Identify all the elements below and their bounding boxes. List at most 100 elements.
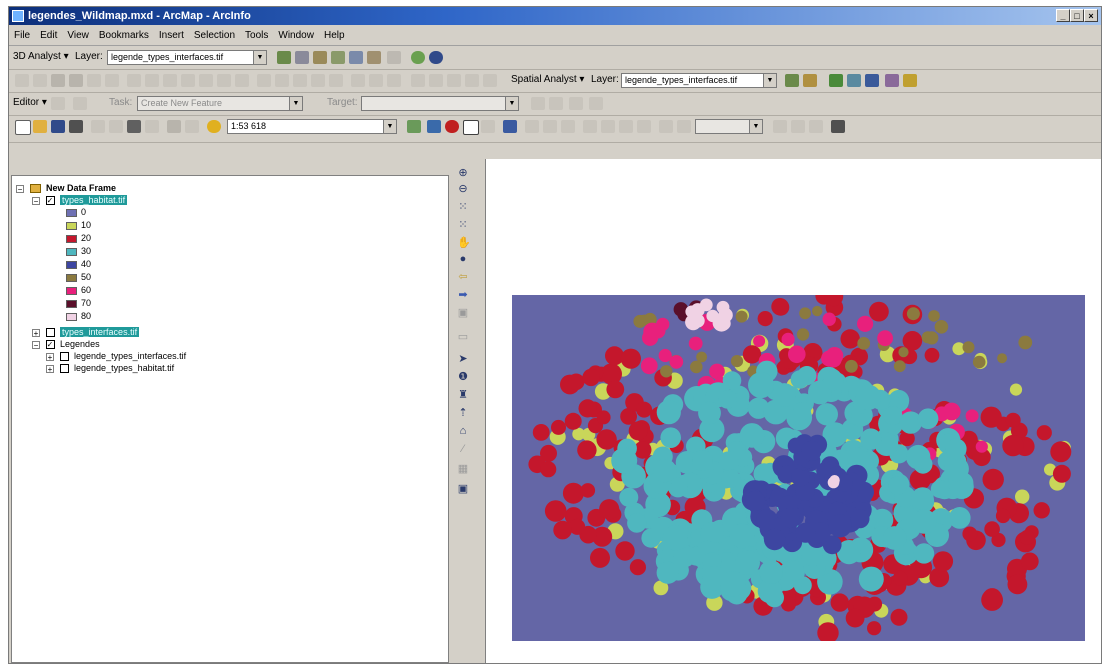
- georef-tool-icon[interactable]: [199, 74, 213, 87]
- menu-tools[interactable]: Tools: [240, 30, 273, 41]
- layer-checkbox[interactable]: [59, 352, 69, 362]
- legend-item[interactable]: 50: [66, 271, 91, 283]
- network-tool-icon[interactable]: [15, 74, 29, 87]
- network-tool-icon[interactable]: [105, 74, 119, 87]
- layout-tool-icon[interactable]: [809, 120, 823, 133]
- layout-tool-icon[interactable]: [619, 120, 633, 133]
- maximize-button[interactable]: □: [1070, 9, 1084, 22]
- sketch-tool-icon[interactable]: [73, 97, 87, 110]
- menu-selection[interactable]: Selection: [189, 30, 240, 41]
- contour-icon[interactable]: [785, 74, 799, 87]
- close-button[interactable]: ×: [1084, 9, 1098, 22]
- create-contours-icon[interactable]: [829, 74, 843, 87]
- toc-data-frame[interactable]: − New Data Frame: [16, 182, 116, 194]
- expand-icon[interactable]: +: [32, 328, 40, 337]
- copy-icon[interactable]: [109, 120, 123, 133]
- topology-tool-icon[interactable]: [369, 74, 383, 87]
- georef-tool-icon[interactable]: [217, 74, 231, 87]
- fixed-zoom-in-icon[interactable]: ⁙: [457, 201, 469, 213]
- collapse-icon[interactable]: −: [32, 340, 40, 349]
- save-icon[interactable]: [51, 120, 65, 133]
- edit-tool-icon[interactable]: [51, 97, 65, 110]
- time-slider-icon[interactable]: ▣: [457, 483, 469, 495]
- layout-tool-icon[interactable]: [601, 120, 615, 133]
- whats-this-icon[interactable]: [503, 120, 517, 133]
- python-icon[interactable]: [481, 120, 495, 133]
- model-builder-icon[interactable]: [903, 74, 917, 87]
- select-elements-icon[interactable]: ➤: [457, 353, 469, 365]
- paste-icon[interactable]: [127, 120, 141, 133]
- rotate-tool-icon[interactable]: [549, 97, 563, 110]
- menu-insert[interactable]: Insert: [154, 30, 189, 41]
- editor-toolbar-icon[interactable]: [407, 120, 421, 133]
- full-extent-icon[interactable]: ●: [457, 253, 469, 265]
- print-icon[interactable]: [69, 120, 83, 133]
- hyperlink-icon[interactable]: ⁄: [457, 443, 469, 455]
- layout-tool-icon[interactable]: [659, 120, 673, 133]
- toolbox-icon[interactable]: [885, 74, 899, 87]
- interpolate-polygon-icon[interactable]: [367, 51, 381, 64]
- layout-tool-icon[interactable]: [543, 120, 557, 133]
- arctoolbox-icon[interactable]: [445, 120, 459, 133]
- cut-icon[interactable]: [91, 120, 105, 133]
- delete-icon[interactable]: [145, 120, 159, 133]
- raster-map[interactable]: [512, 295, 1085, 641]
- toc-group-legendes[interactable]: − ✓ Legendes: [32, 338, 100, 350]
- arcglobe-icon[interactable]: [429, 51, 443, 64]
- group-checkbox[interactable]: ✓: [45, 340, 55, 350]
- georef-tool-icon[interactable]: [145, 74, 159, 87]
- pan-icon[interactable]: ✋: [457, 237, 471, 249]
- collapse-icon[interactable]: −: [16, 184, 24, 193]
- layout-tool-icon[interactable]: [677, 120, 691, 133]
- legend-item[interactable]: 40: [66, 258, 91, 270]
- arccatalog-icon[interactable]: [427, 120, 441, 133]
- topology-tool-icon[interactable]: [329, 74, 343, 87]
- minimize-button[interactable]: _: [1056, 9, 1070, 22]
- print-preview-icon[interactable]: [831, 120, 845, 133]
- topology-tool-icon[interactable]: [483, 74, 497, 87]
- layout-tool-icon[interactable]: [773, 120, 787, 133]
- menu-edit[interactable]: Edit: [35, 30, 62, 41]
- topology-tool-icon[interactable]: [311, 74, 325, 87]
- map-display[interactable]: [485, 159, 1101, 663]
- menu-view[interactable]: View: [62, 30, 94, 41]
- topology-tool-icon[interactable]: [429, 74, 443, 87]
- arcscene-icon[interactable]: [411, 51, 425, 64]
- create-contours-icon[interactable]: [277, 51, 291, 64]
- go-to-xy-icon[interactable]: ⇡: [457, 407, 469, 419]
- toc-layer-habitat[interactable]: − ✓ types_habitat.tif: [32, 194, 128, 206]
- network-tool-icon[interactable]: [69, 74, 83, 87]
- line-of-sight-icon[interactable]: [313, 51, 327, 64]
- zoom-out-icon[interactable]: ⊖: [457, 183, 469, 195]
- layout-tool-icon[interactable]: [583, 120, 597, 133]
- toc-sublayer-habitat[interactable]: + legende_types_habitat.tif: [46, 362, 174, 374]
- legend-item[interactable]: 60: [66, 284, 91, 296]
- select-features-icon[interactable]: ▣: [457, 307, 469, 319]
- back-extent-icon[interactable]: ⇦: [457, 271, 469, 283]
- sketch-properties-icon[interactable]: [589, 97, 603, 110]
- topology-tool-icon[interactable]: [387, 74, 401, 87]
- task-select[interactable]: Create New Feature ▼: [137, 96, 303, 111]
- georef-tool-icon[interactable]: [163, 74, 177, 87]
- layout-tool-icon[interactable]: [561, 120, 575, 133]
- topology-tool-icon[interactable]: [293, 74, 307, 87]
- map-scale-select[interactable]: 1:53 618 ▼: [227, 119, 397, 134]
- undo-icon[interactable]: [167, 120, 181, 133]
- clear-selection-icon[interactable]: ▭: [457, 331, 469, 343]
- topology-tool-icon[interactable]: [465, 74, 479, 87]
- forward-extent-icon[interactable]: ➡: [457, 289, 469, 301]
- topology-tool-icon[interactable]: [257, 74, 271, 87]
- split-tool-icon[interactable]: [531, 97, 545, 110]
- toc-sublayer-interfaces[interactable]: + legende_types_interfaces.tif: [46, 350, 186, 362]
- expand-icon[interactable]: +: [46, 364, 54, 373]
- legend-item[interactable]: 80: [66, 310, 91, 322]
- add-data-icon[interactable]: [207, 120, 221, 133]
- layer-checkbox[interactable]: [59, 364, 69, 374]
- georef-tool-icon[interactable]: [235, 74, 249, 87]
- spatial-analyst-menu[interactable]: Spatial Analyst ▾: [511, 74, 584, 85]
- target-select[interactable]: ▼: [361, 96, 519, 111]
- histogram-icon[interactable]: [803, 74, 817, 87]
- interpolate-line-icon[interactable]: [349, 51, 363, 64]
- georef-tool-icon[interactable]: [127, 74, 141, 87]
- legend-item[interactable]: 20: [66, 232, 91, 244]
